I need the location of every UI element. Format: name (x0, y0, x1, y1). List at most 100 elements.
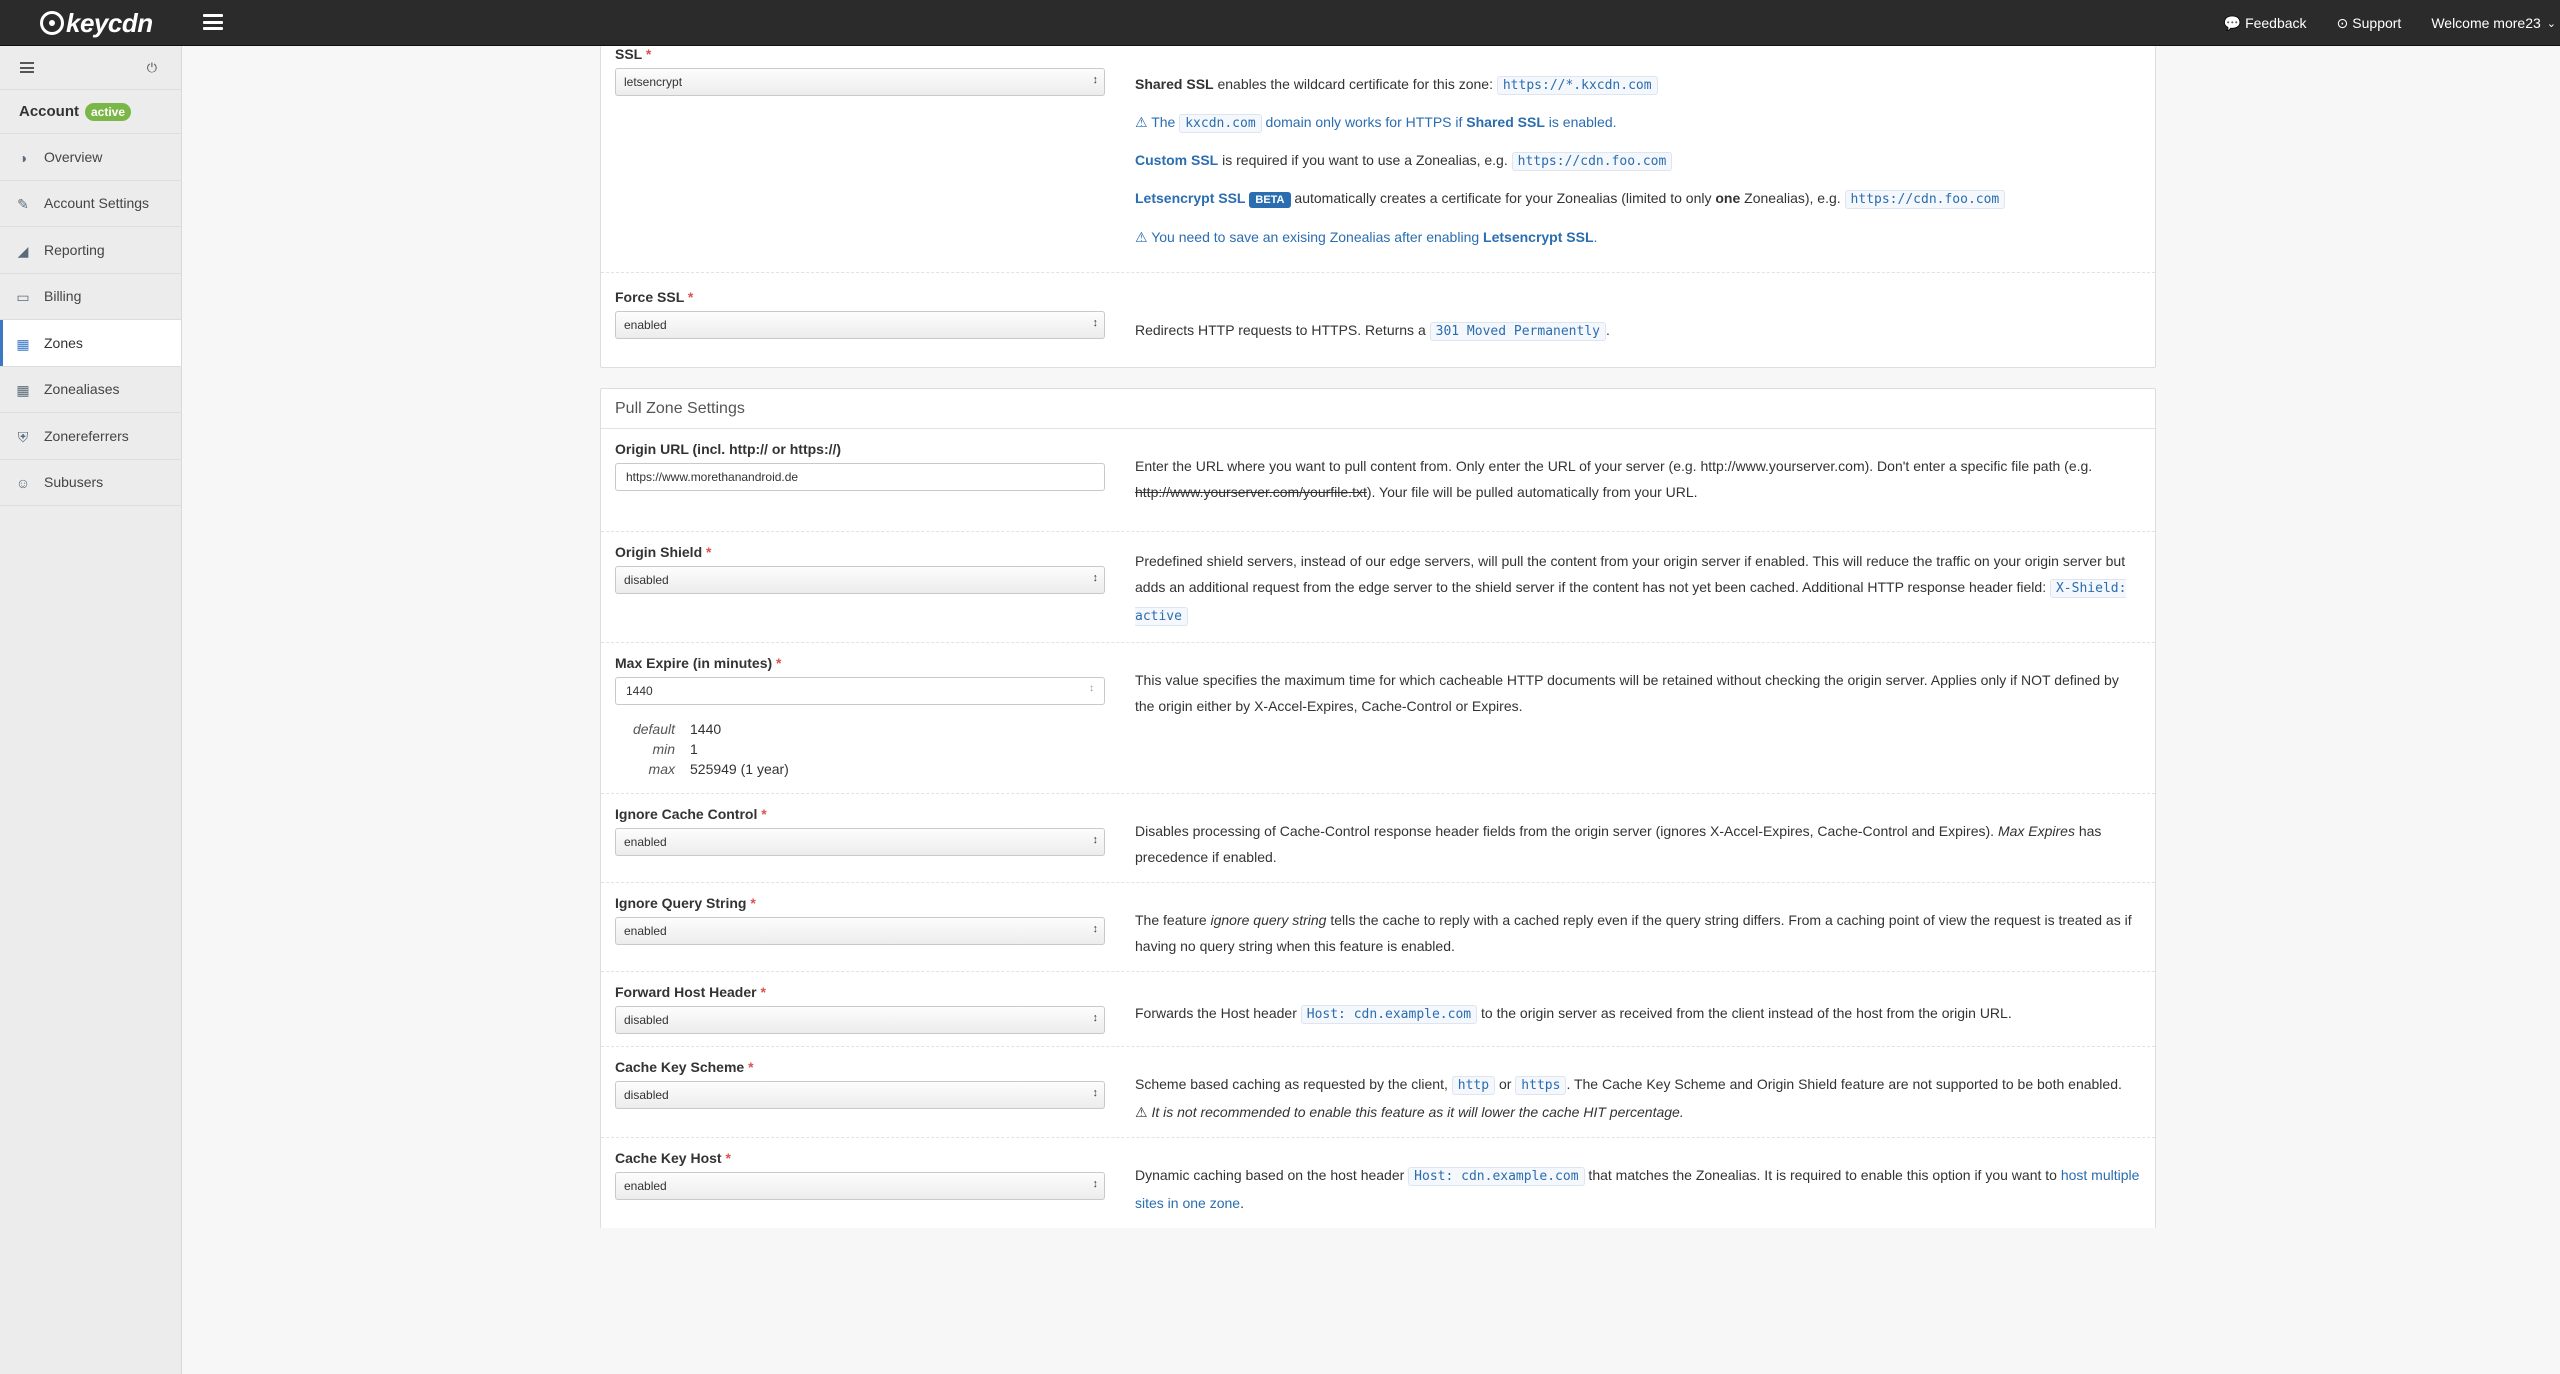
shield-icon: ⛨ (17, 428, 29, 445)
support-label: Support (2352, 15, 2402, 31)
origin-url-row: Origin URL (incl. http:// or https://) h… (601, 429, 2155, 532)
topbar-right-menu: 💬 Feedback ⊙ Support Welcome more23 ⌄ (2224, 0, 2560, 46)
sidebar-collapse-icon[interactable] (20, 62, 34, 73)
sidebar-item-label: Reporting (44, 241, 105, 258)
grid-icon: ▦ (16, 335, 30, 352)
user-menu[interactable]: Welcome more23 ⌄ (2431, 15, 2556, 31)
sidebar-item-label: Subusers (44, 474, 104, 491)
keycdn-logo[interactable]: keycdn (40, 8, 153, 38)
ignore-cache-control-help: Disables processing of Cache-Control res… (1135, 823, 2102, 865)
sidebar-item-reporting[interactable]: ◢ Reporting (0, 227, 181, 274)
ignore-cache-control-label: Ignore Cache Control * (615, 806, 767, 822)
max-expire-input[interactable]: 1440 (615, 677, 1105, 705)
lifebuoy-icon: ⊙ (2336, 14, 2349, 31)
force-ssl-label: Force SSL * (615, 289, 694, 305)
chart-icon: ◢ (17, 242, 29, 259)
origin-url-label: Origin URL (incl. http:// or https://) (615, 441, 842, 457)
logo-mark-icon (40, 11, 64, 35)
origin-url-input[interactable]: https://www.morethanandroid.de (615, 463, 1105, 491)
sidebar-item-billing[interactable]: ▭ Billing (0, 274, 181, 320)
comments-icon: 💬 (2223, 14, 2242, 31)
cache-key-host-select[interactable]: enabled (615, 1172, 1105, 1200)
feedback-label: Feedback (2245, 15, 2307, 31)
origin-shield-row: Origin Shield * disabled Predefined shie… (601, 532, 2155, 643)
power-icon[interactable]: ⏻ (147, 60, 157, 76)
chevron-down-icon: ⌄ (2546, 17, 2556, 30)
status-badge: active (85, 102, 132, 121)
force-ssl-select[interactable]: enabled (615, 311, 1105, 339)
account-label: Account (19, 103, 79, 120)
cache-key-scheme-label: Cache Key Scheme * (615, 1059, 754, 1075)
pull-zone-panel: Pull Zone Settings Origin URL (incl. htt… (600, 388, 2156, 1228)
ssl-select[interactable]: letsencrypt (615, 68, 1105, 96)
sidebar-item-subusers[interactable]: ☺ Subusers (0, 460, 181, 506)
sidebar-item-label: Billing (44, 288, 82, 305)
panel-title: Pull Zone Settings (601, 389, 2155, 429)
letsencrypt-warning: ⚠ You need to save an exising Zonealias … (1135, 229, 1598, 245)
grid-small-icon: ▦ (16, 382, 30, 399)
sidebar-item-zonereferrers[interactable]: ⛨ Zonereferrers (0, 413, 181, 460)
force-ssl-row: Force SSL * enabled Redirects HTTP reque… (601, 273, 2155, 367)
ignore-query-string-help: The feature ignore query string tells th… (1135, 912, 2132, 954)
max-expire-label: Max Expire (in minutes) * (615, 655, 782, 671)
sidebar-item-label: Zonealiases (44, 381, 120, 398)
max-expire-help: This value specifies the maximum time fo… (1135, 672, 2119, 714)
dashboard-icon: ◑ (18, 149, 28, 166)
forward-host-header-row: Forward Host Header * disabled Forwards … (601, 972, 2155, 1047)
sidebar-item-label: Overview (44, 148, 103, 165)
main-content: SSL * letsencrypt Shared SSL enables the… (600, 46, 2156, 1374)
shared-ssl-text: Shared SSL enables the wildcard certific… (1135, 66, 2141, 104)
force-ssl-help: Redirects HTTP requests to HTTPS. Return… (1135, 322, 1610, 341)
cache-key-scheme-row: Cache Key Scheme * disabled Scheme based… (601, 1047, 2155, 1138)
welcome-label: Welcome more23 (2431, 15, 2541, 31)
warning-icon: ⚠ (1135, 1104, 1148, 1120)
ignore-cache-control-row: Ignore Cache Control * enabled Disables … (601, 794, 2155, 883)
ssl-panel: SSL * letsencrypt Shared SSL enables the… (600, 46, 2156, 368)
cache-key-host-row: Cache Key Host * enabled Dynamic caching… (601, 1138, 2155, 1228)
cache-key-scheme-warning: ⚠ It is not recommended to enable this f… (1135, 1104, 1684, 1120)
shared-ssl-warning: ⚠ The kxcdn.com domain only works for HT… (1135, 114, 1617, 133)
credit-card-icon: ▭ (16, 289, 30, 306)
warning-icon: ⚠ (1135, 114, 1148, 130)
cache-key-host-help: Dynamic caching based on the host header… (1135, 1167, 2140, 1211)
letsencrypt-ssl-text: Letsencrypt SSL BETA automatically creat… (1135, 180, 2141, 219)
forward-host-header-select[interactable]: disabled (615, 1006, 1105, 1034)
beta-badge: BETA (1249, 192, 1291, 208)
origin-url-help: Enter the URL where you want to pull con… (1135, 458, 2093, 500)
sidebar: ⏻ Account active ◑ Overview ✎ Account Se… (0, 46, 182, 1374)
sidebar-item-overview[interactable]: ◑ Overview (0, 134, 181, 181)
logo-text: keycdn (66, 7, 153, 38)
max-expire-row: Max Expire (in minutes) * 1440 default14… (601, 643, 2155, 794)
forward-host-header-label: Forward Host Header * (615, 984, 766, 1000)
custom-ssl-text: Custom SSL is required if you want to us… (1135, 142, 2141, 180)
forward-host-header-help: Forwards the Host header Host: cdn.examp… (1135, 1005, 2012, 1024)
top-navbar: keycdn 💬 Feedback ⊙ Support Welcome more… (0, 0, 2560, 46)
sidebar-toolbar: ⏻ (0, 46, 181, 90)
ignore-query-string-row: Ignore Query String * enabled The featur… (601, 883, 2155, 972)
max-expire-limits: default 1440 min 1 max 525949 (1 year) (632, 721, 789, 777)
sidebar-item-account-settings[interactable]: ✎ Account Settings (0, 181, 181, 227)
sidebar-item-zonealiases[interactable]: ▦ Zonealiases (0, 367, 181, 413)
origin-shield-label: Origin Shield * (615, 544, 712, 560)
sidebar-item-zones[interactable]: ▦ Zones (0, 320, 181, 367)
cache-key-scheme-select[interactable]: disabled (615, 1081, 1105, 1109)
account-header: Account active (0, 90, 181, 134)
menu-toggle-icon[interactable] (203, 14, 223, 30)
ssl-label: SSL * (615, 46, 652, 62)
warning-icon: ⚠ (1135, 229, 1148, 245)
edit-icon: ✎ (17, 196, 29, 213)
origin-shield-help: Predefined shield servers, instead of ou… (1135, 553, 2127, 626)
cache-key-scheme-help: Scheme based caching as requested by the… (1105, 1059, 2141, 1125)
sidebar-item-label: Account Settings (44, 195, 150, 212)
sidebar-item-label: Zonereferrers (44, 427, 129, 444)
origin-shield-select[interactable]: disabled (615, 566, 1105, 594)
ignore-query-string-select[interactable]: enabled (615, 917, 1105, 945)
ignore-query-string-label: Ignore Query String * (615, 895, 756, 911)
ssl-row: SSL * letsencrypt Shared SSL enables the… (601, 46, 2155, 273)
ignore-cache-control-select[interactable]: enabled (615, 828, 1105, 856)
feedback-link[interactable]: 💬 Feedback (2224, 15, 2307, 32)
users-icon: ☺ (15, 475, 31, 492)
support-link[interactable]: ⊙ Support (2337, 15, 2402, 32)
cache-key-host-label: Cache Key Host * (615, 1150, 731, 1166)
sidebar-item-label: Zones (44, 334, 83, 351)
